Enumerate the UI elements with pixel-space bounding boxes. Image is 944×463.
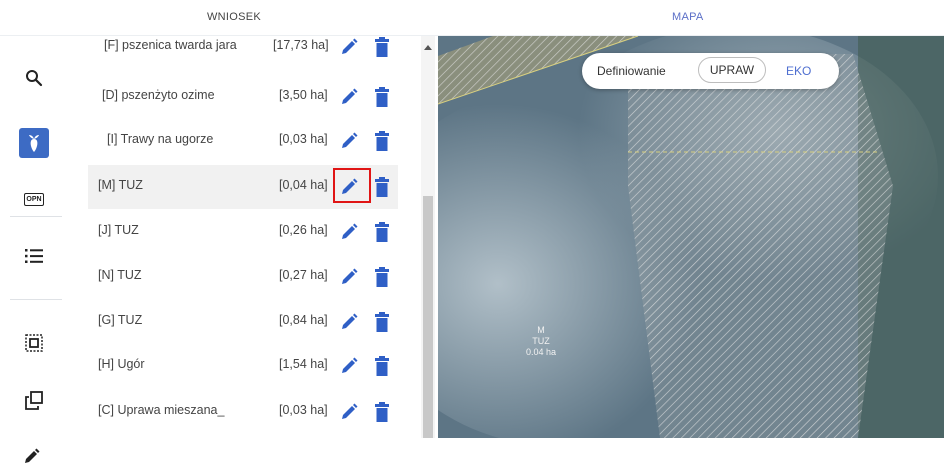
crops-button[interactable]: [19, 128, 49, 158]
delete-trash-icon[interactable]: [375, 221, 389, 243]
list-item[interactable]: [N] TUZ [0,27 ha]: [88, 255, 398, 299]
delete-trash-icon[interactable]: [375, 266, 389, 288]
list-item[interactable]: [H] Ugór [1,54 ha]: [88, 344, 398, 388]
edit-pencil-icon[interactable]: [338, 221, 360, 243]
parcel-area-label: 0.04 ha: [525, 347, 557, 357]
select-area-button[interactable]: [19, 328, 49, 358]
parcel-area: [17,73 ha]: [273, 38, 329, 52]
mode-upraw-button[interactable]: UPRAW: [698, 57, 766, 83]
copy-button[interactable]: [19, 386, 49, 416]
parcel-area: [0,26 ha]: [279, 223, 328, 237]
parcel-name: [F] pszenica twarda jara: [104, 38, 237, 52]
bottom-strip: [0, 438, 944, 463]
top-tabs: WNIOSEK MAPA: [0, 0, 944, 36]
edit-pencil-icon[interactable]: [338, 401, 360, 423]
parcel-name: [I] Trawy na ugorze: [107, 132, 214, 146]
delete-trash-icon[interactable]: [375, 311, 389, 333]
list-item[interactable]: [J] TUZ [0,26 ha]: [88, 210, 398, 254]
delete-trash-icon[interactable]: [375, 86, 389, 108]
parcel-name: [J] TUZ: [98, 223, 139, 237]
parcel-letter: M: [537, 325, 545, 335]
parcel-area: [0,84 ha]: [279, 313, 328, 327]
edit-pencil-icon[interactable]: [338, 176, 360, 198]
edit-pencil-icon[interactable]: [338, 86, 360, 108]
parcel-name: [C] Uprawa mieszana_: [98, 403, 225, 417]
list-item-selected[interactable]: [M] TUZ [0,04 ha]: [88, 165, 398, 209]
edit-pencil-icon[interactable]: [338, 130, 360, 152]
mode-switch: Definiowanie UPRAW EKO: [582, 53, 839, 89]
scroll-up-icon[interactable]: [424, 45, 432, 50]
search-icon: [26, 70, 43, 87]
mode-switch-label: Definiowanie: [597, 64, 666, 78]
parcel-area: [0,27 ha]: [279, 268, 328, 282]
tab-mapa[interactable]: MAPA: [672, 11, 704, 23]
opn-icon: OPN: [24, 192, 44, 206]
select-area-icon: [25, 334, 43, 352]
map-view[interactable]: [438, 36, 944, 438]
toolbar-divider: [10, 299, 62, 300]
parcel-name: [G] TUZ: [98, 313, 143, 327]
pencil-icon[interactable]: [22, 447, 42, 463]
parcel-name: [N] TUZ: [98, 268, 142, 282]
edit-pencil-icon[interactable]: [338, 355, 360, 377]
search-button[interactable]: [19, 63, 49, 93]
copy-icon: [25, 391, 43, 410]
plant-icon: [29, 135, 39, 152]
parcel-area: [0,03 ha]: [279, 132, 328, 146]
list-item[interactable]: [F] pszenica twarda jara [17,73 ha]: [88, 36, 398, 69]
map-parcel-label: M TUZ 0.04 ha: [518, 325, 564, 358]
toolbar-divider: [10, 216, 62, 217]
list-item[interactable]: [C] Uprawa mieszana_ [0,03 ha]: [88, 390, 398, 434]
parcel-name: [D] pszenżyto ozime: [102, 88, 215, 102]
parcel-area: [1,54 ha]: [279, 357, 328, 371]
edit-pencil-icon[interactable]: [338, 266, 360, 288]
list-icon: [25, 249, 43, 263]
delete-trash-icon[interactable]: [375, 176, 389, 198]
list-item[interactable]: [G] TUZ [0,84 ha]: [88, 300, 398, 344]
satellite-map[interactable]: [438, 36, 944, 438]
delete-trash-icon[interactable]: [375, 130, 389, 152]
parcel-crop: TUZ: [532, 336, 550, 346]
opn-button[interactable]: OPN: [19, 184, 49, 214]
delete-trash-icon[interactable]: [375, 355, 389, 377]
parcel-list: [F] pszenica twarda jara [17,73 ha] [D] …: [88, 36, 418, 438]
left-toolbar: OPN: [0, 36, 70, 463]
hatched-parcel-area[interactable]: [628, 54, 893, 438]
list-scrollbar[interactable]: [421, 36, 435, 438]
edit-pencil-icon[interactable]: [338, 36, 360, 58]
delete-trash-icon[interactable]: [375, 36, 389, 58]
list-button[interactable]: [19, 241, 49, 271]
list-item[interactable]: [D] pszenżyto ozime [3,50 ha]: [88, 75, 398, 119]
scrollbar-thumb[interactable]: [423, 196, 433, 438]
delete-trash-icon[interactable]: [375, 401, 389, 423]
parcel-area: [0,04 ha]: [279, 178, 328, 192]
list-item[interactable]: [I] Trawy na ugorze [0,03 ha]: [88, 119, 398, 163]
parcel-name: [H] Ugór: [98, 357, 145, 371]
tab-wniosek[interactable]: WNIOSEK: [207, 11, 261, 23]
parcel-name: [M] TUZ: [98, 178, 143, 192]
mode-eko-button[interactable]: EKO: [786, 64, 811, 78]
parcel-area: [0,03 ha]: [279, 403, 328, 417]
parcel-area: [3,50 ha]: [279, 88, 328, 102]
edit-pencil-icon[interactable]: [338, 311, 360, 333]
